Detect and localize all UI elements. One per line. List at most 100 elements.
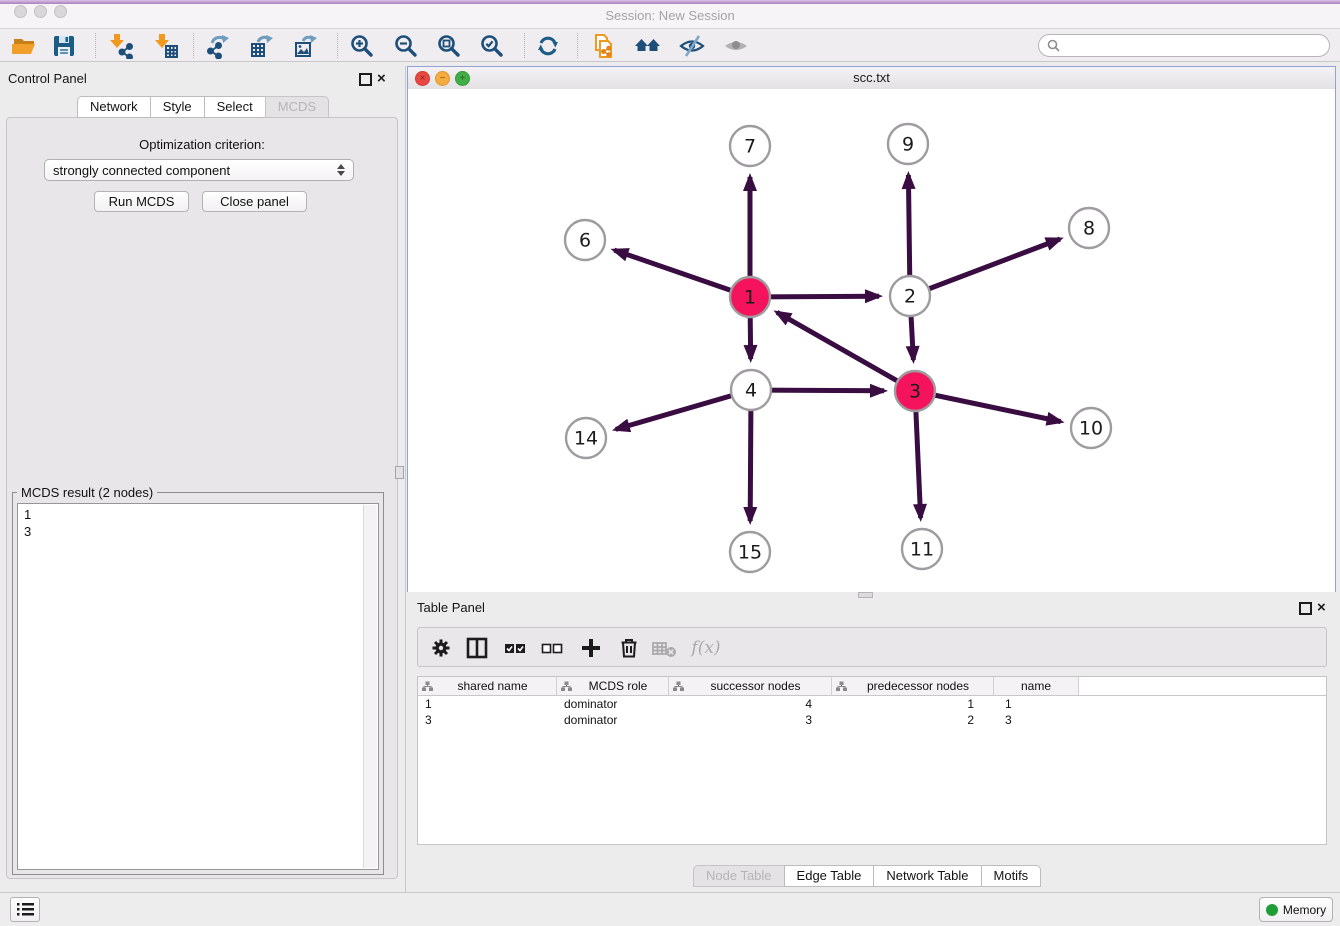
show-columns-button[interactable]	[462, 634, 492, 662]
table-cell[interactable]: 1	[418, 696, 557, 712]
list-icon	[17, 902, 34, 917]
graph-node[interactable]: 7	[730, 126, 770, 166]
tab-network[interactable]: Network	[77, 96, 150, 118]
graph-node[interactable]: 1	[730, 277, 770, 317]
import-network-button[interactable]	[104, 32, 136, 59]
table-row[interactable]: 3dominator323	[418, 712, 1326, 728]
tab-edge-table[interactable]: Edge Table	[784, 865, 874, 887]
svg-text:6: 6	[579, 230, 591, 252]
table-cell[interactable]: 3	[669, 712, 832, 728]
graph-edge[interactable]	[614, 250, 750, 297]
tab-network-table[interactable]: Network Table	[873, 865, 980, 887]
unselect-all-columns-button[interactable]	[537, 634, 567, 662]
save-session-button[interactable]	[48, 32, 80, 59]
tab-select[interactable]: Select	[204, 96, 265, 118]
table-cell[interactable]: 1	[832, 696, 994, 712]
export-image-button[interactable]	[290, 32, 322, 59]
delete-column-button[interactable]	[614, 634, 644, 662]
graph-node[interactable]: 10	[1071, 408, 1111, 448]
task-history-button[interactable]	[10, 897, 40, 922]
graph-node[interactable]: 2	[890, 276, 930, 316]
vertical-splitter-grip[interactable]	[395, 466, 404, 479]
table-cell[interactable]: dominator	[557, 712, 669, 728]
show-hidden-button[interactable]	[720, 32, 752, 59]
table-panel-tabs: Node Table Edge Table Network Table Moti…	[693, 865, 1041, 887]
vertical-splitter[interactable]	[405, 66, 406, 892]
memory-status-icon	[1266, 904, 1278, 916]
fx-icon: f(x)	[691, 638, 720, 658]
search-input[interactable]	[1065, 38, 1321, 54]
graph-node[interactable]: 15	[730, 532, 770, 572]
graph-node[interactable]: 9	[888, 124, 928, 164]
eye-slash-icon	[679, 33, 705, 59]
result-scrollbar[interactable]	[363, 505, 377, 868]
tab-node-table[interactable]: Node Table	[693, 865, 784, 887]
import-table-button[interactable]	[150, 32, 182, 59]
graph-node[interactable]: 11	[902, 529, 942, 569]
eye-disabled-icon	[723, 33, 749, 59]
toolbar-separator	[577, 33, 578, 58]
graph-node[interactable]: 8	[1069, 208, 1109, 248]
zoom-fit-button[interactable]	[433, 32, 465, 59]
network-graph: 7 9 6 8 1 2 4 3 14 10 15 11	[408, 89, 1335, 592]
criterion-value: strongly connected component	[53, 163, 337, 178]
tab-mcds[interactable]: MCDS	[265, 96, 329, 118]
table-panel-float-button[interactable]	[1299, 602, 1312, 620]
horizontal-splitter-grip[interactable]	[858, 592, 873, 598]
run-mcds-button[interactable]: Run MCDS	[94, 191, 189, 212]
criterion-dropdown[interactable]: strongly connected component	[44, 159, 354, 181]
create-column-button[interactable]	[576, 634, 606, 662]
hide-selected-button[interactable]	[676, 32, 708, 59]
column-header-predecessor-nodes[interactable]: predecessor nodes	[832, 677, 994, 695]
table-cell[interactable]: dominator	[557, 696, 669, 712]
graph-edge[interactable]	[910, 239, 1060, 296]
table-cell[interactable]: 3	[994, 712, 1079, 728]
toolbar-separator	[95, 33, 96, 58]
delete-table-icon	[651, 635, 679, 661]
mcds-result-lines: 13	[18, 504, 378, 540]
column-header-mcds-role[interactable]: MCDS role	[557, 677, 669, 695]
export-network-button[interactable]	[202, 32, 234, 59]
show-all-networks-button[interactable]	[632, 32, 664, 59]
close-panel-button[interactable]: Close panel	[202, 191, 307, 212]
zoom-out-button[interactable]	[390, 32, 422, 59]
table-settings-button[interactable]	[426, 634, 456, 662]
column-header-name[interactable]: name	[994, 677, 1079, 695]
table-cell[interactable]: 1	[994, 696, 1079, 712]
toolbar-separator	[524, 33, 525, 58]
graph-node[interactable]: 3	[895, 371, 935, 411]
memory-button[interactable]: Memory	[1259, 897, 1333, 922]
table-cell[interactable]: 3	[418, 712, 557, 728]
zoom-selected-button[interactable]	[476, 32, 508, 59]
copy-network-button[interactable]	[588, 32, 620, 59]
table-cell[interactable]: 2	[832, 712, 994, 728]
graph-node[interactable]: 6	[565, 220, 605, 260]
unchecked-boxes-icon	[540, 635, 564, 661]
tab-style[interactable]: Style	[150, 96, 204, 118]
select-all-columns-button[interactable]	[500, 634, 530, 662]
export-table-button[interactable]	[246, 32, 278, 59]
column-header-shared-name[interactable]: shared name	[418, 677, 557, 695]
svg-text:15: 15	[738, 542, 762, 564]
search-icon	[1047, 39, 1060, 52]
open-session-button[interactable]	[8, 32, 40, 59]
svg-text:7: 7	[744, 136, 756, 158]
column-header-successor-nodes[interactable]: successor nodes	[669, 677, 832, 695]
zoom-in-button[interactable]	[346, 32, 378, 59]
tab-motifs[interactable]: Motifs	[981, 865, 1042, 887]
table-row[interactable]: 1dominator411	[418, 696, 1326, 712]
function-builder-button-disabled: f(x)	[686, 634, 726, 662]
control-panel-float-button[interactable]	[359, 73, 372, 91]
mcds-result-line: 1	[18, 506, 378, 523]
table-body: 1dominator4113dominator323	[418, 696, 1326, 728]
graph-node[interactable]: 14	[566, 418, 606, 458]
control-panel-close-button[interactable]: ×	[377, 73, 386, 85]
table-cell-filler	[1079, 712, 1326, 728]
table-cell[interactable]: 4	[669, 696, 832, 712]
apply-layout-button[interactable]	[532, 32, 564, 59]
search-field[interactable]	[1038, 34, 1330, 57]
graph-edge[interactable]	[777, 312, 915, 391]
graph-edge[interactable]	[915, 391, 1061, 422]
table-panel-close-button[interactable]: ×	[1317, 602, 1326, 614]
graph-node[interactable]: 4	[731, 370, 771, 410]
